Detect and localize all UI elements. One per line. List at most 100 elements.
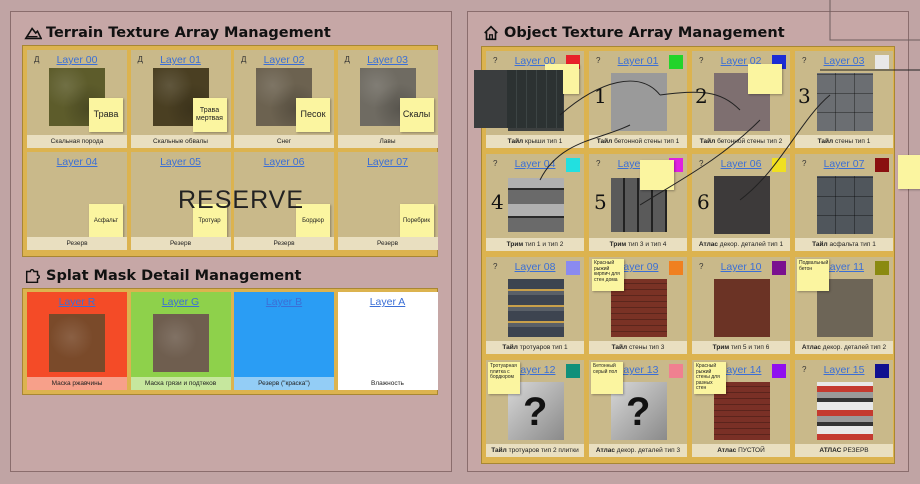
caption-text: бетонной стены тип 2	[717, 138, 783, 145]
layer-caption: Тайл бетонной стены тип 1	[589, 135, 687, 148]
caption-bold: Трим	[506, 241, 524, 248]
terrain-layer-cell[interactable]: Layer 00 Д Трава Скальная порода	[27, 50, 127, 148]
layer-caption: Тайл крыши тип 1	[486, 135, 584, 148]
terrain-layer-cell[interactable]: Layer 07 Поребрик Резерв	[337, 152, 438, 250]
object-layer-cell[interactable]: ?Layer 09Красный рыжий кирпич для стен д…	[589, 257, 687, 354]
sticky-note[interactable]: Тротуарная плитка с бордюром	[488, 362, 520, 394]
terrain-layer-cell[interactable]: Layer 02 Д Песок Снег	[234, 50, 334, 148]
object-layer-cell[interactable]: ?Layer 14Красный рыжий стены для разных …	[692, 360, 790, 457]
layer-color-swatch[interactable]	[669, 364, 683, 378]
terrain-layer-cell[interactable]: Layer 01 Д Трава мертвая Скальные обвалы	[130, 50, 231, 148]
object-texture-thumb	[714, 279, 770, 337]
layer-name-link[interactable]: Layer G	[131, 296, 231, 308]
sticky-note[interactable]: Красный рыжий кирпич для стен дома	[592, 259, 624, 291]
layer-caption: Резерв ("краска")	[234, 377, 334, 390]
object-texture-thumb	[817, 382, 873, 440]
object-layer-cell[interactable]: ? Layer 15 АТЛАС РЕЗЕРВ	[795, 360, 893, 457]
layer-color-swatch[interactable]	[772, 261, 786, 275]
layer-color-swatch[interactable]	[566, 261, 580, 275]
sticky-note[interactable]: Трава мертвая	[192, 98, 227, 132]
layer-name-link[interactable]: Layer 05	[131, 156, 231, 168]
reserve-label: RESERVE	[178, 186, 305, 214]
layer-caption: Скальные обвалы	[130, 135, 231, 148]
layer-color-swatch[interactable]	[772, 364, 786, 378]
layer-name-link[interactable]: Layer 06	[234, 156, 334, 168]
splat-layer-cell[interactable]: Layer B Резерв ("краска")	[234, 292, 334, 390]
caption-text: тротуаров тип 2 плитки	[508, 447, 579, 454]
object-title-text: Object Texture Array Management	[504, 25, 785, 41]
number-2: 2	[695, 84, 708, 108]
layer-color-swatch[interactable]	[875, 55, 889, 69]
layer-caption: Тайл стены тип 1	[795, 135, 893, 148]
number-1: 1	[594, 84, 607, 108]
layer-color-swatch[interactable]	[669, 55, 683, 69]
preview-roof-texture	[474, 70, 508, 128]
layer-color-swatch[interactable]	[669, 261, 683, 275]
object-layer-cell[interactable]: ?Layer 12?Тротуарная плитка с бордюромТа…	[486, 360, 584, 457]
number-3: 3	[798, 84, 811, 108]
object-layer-cell[interactable]: ? Layer 10 Трим тип 5 и тип 6	[692, 257, 790, 354]
sticky-note[interactable]: Подвальный бетон	[797, 259, 829, 291]
layer-name-link[interactable]: Layer 04	[27, 156, 127, 168]
sticky-note[interactable]: Красный рыжий стены для разных стен	[694, 362, 726, 394]
caption-text: тип 1 и тип 2	[524, 241, 564, 248]
layer-caption: Тайл тротуаров тип 1	[486, 341, 584, 354]
layer-name-link[interactable]: Layer A	[338, 296, 438, 308]
number-6: 6	[697, 190, 710, 214]
number-4: 4	[491, 190, 504, 214]
sticky-note[interactable]: Скалы	[399, 98, 434, 132]
caption-text: РЕЗЕРВ	[843, 447, 869, 454]
layer-color-swatch[interactable]	[875, 261, 889, 275]
layer-name-link[interactable]: Layer 01	[131, 54, 231, 66]
sticky-note[interactable]: Трава	[89, 98, 123, 132]
sticky-note[interactable]: Песок	[296, 98, 330, 132]
caption-text: стены тип 3	[628, 344, 665, 351]
object-layer-cell[interactable]: ?Layer 11Подвальный бетонАтлас декор. де…	[795, 257, 893, 354]
layer-caption: Атлас декор. деталей тип 1	[692, 238, 790, 251]
layer-caption: Маска ржавчины	[27, 377, 127, 390]
terrain-layer-cell[interactable]: Layer 03 Д Скалы Лавы	[337, 50, 438, 148]
caption-bold: Трим	[712, 344, 730, 351]
sticky-note-mini[interactable]	[640, 160, 674, 190]
caption-text: стены тип 1	[834, 138, 871, 145]
splat-layer-cell[interactable]: Layer R Маска ржавчины	[27, 292, 127, 390]
splat-layer-cell[interactable]: Layer A Влажность	[337, 292, 438, 390]
layer-name-link[interactable]: Layer 03	[338, 54, 438, 66]
layer-mark: Д	[137, 55, 143, 64]
layer-caption: Лавы	[337, 135, 438, 148]
caption-text: декор. деталей тип 1	[719, 241, 784, 248]
layer-caption: Резерв	[130, 237, 231, 250]
sticky-note[interactable]: Поребрик	[399, 204, 434, 238]
layer-caption: АТЛАС РЕЗЕРВ	[795, 444, 893, 457]
sticky-note[interactable]: Асфальт	[89, 204, 123, 238]
splat-layer-cell[interactable]: Layer G Маска грязи и подтеков	[130, 292, 231, 390]
caption-bold: Тайл	[507, 138, 524, 145]
layer-color-swatch[interactable]	[566, 364, 580, 378]
layer-caption: Тайл стены тип 3	[589, 341, 687, 354]
object-texture-thumb	[508, 279, 564, 337]
layer-mark: Д	[344, 55, 350, 64]
caption-text: тип 3 и тип 4	[627, 241, 667, 248]
terrain-title-text: Terrain Texture Array Management	[46, 25, 331, 41]
sticky-note[interactable]: Бетонный серый пол	[591, 362, 623, 394]
caption-text: декор. деталей тип 2	[822, 344, 887, 351]
layer-name-link[interactable]: Layer B	[234, 296, 334, 308]
layer-name-link[interactable]: Layer 07	[338, 156, 438, 168]
layer-color-swatch[interactable]	[772, 158, 786, 172]
object-layer-cell[interactable]: ? Layer 07 Тайл асфальта тип 1	[795, 154, 893, 251]
layer-name-link[interactable]: Layer R	[27, 296, 127, 308]
object-layer-cell[interactable]: ? Layer 08 Тайл тротуаров тип 1	[486, 257, 584, 354]
layer-color-swatch[interactable]	[566, 158, 580, 172]
layer-name-link[interactable]: Layer 02	[234, 54, 334, 66]
layer-caption: Снег	[234, 135, 334, 148]
terrain-layer-cell[interactable]: Layer 04 Асфальт Резерв	[27, 152, 127, 250]
splat-title: Splat Mask Detail Management	[24, 267, 301, 285]
object-layer-cell[interactable]: ?Layer 13?Бетонный серый полАтлас декор.…	[589, 360, 687, 457]
layer-name-link[interactable]: Layer 00	[27, 54, 127, 66]
splat-texture-thumb	[49, 314, 105, 372]
layer-color-swatch[interactable]	[875, 364, 889, 378]
layer-color-swatch[interactable]	[875, 158, 889, 172]
object-texture-thumb	[817, 73, 873, 131]
sticky-note-mini[interactable]	[748, 64, 782, 94]
terrain-icon	[24, 27, 42, 40]
